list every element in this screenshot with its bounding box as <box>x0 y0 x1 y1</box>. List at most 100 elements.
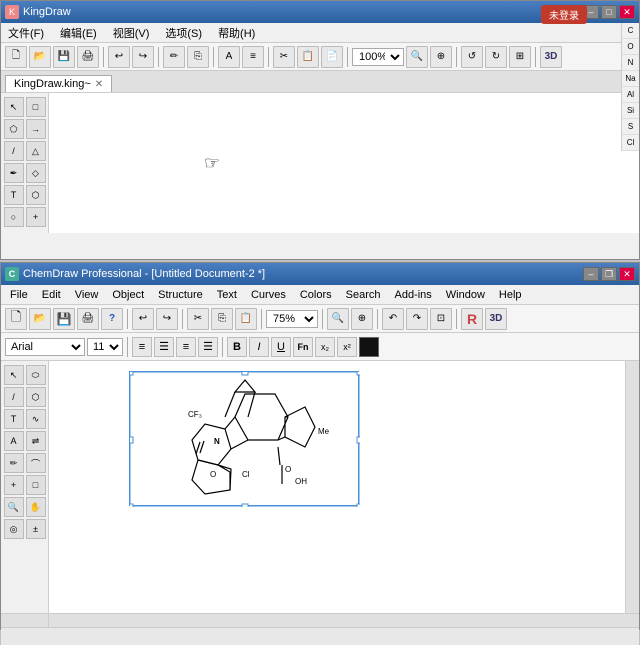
chem-align-justify-btn[interactable]: ☰ <box>198 337 218 357</box>
chem-close-btn[interactable]: ✕ <box>619 267 635 281</box>
chem-superscript-btn[interactable]: x² <box>337 337 357 357</box>
king-menu-file[interactable]: 文件(F) <box>5 24 47 42</box>
chem-tb-copy[interactable]: ⎘ <box>211 308 233 330</box>
chem-size-select[interactable]: 11121410 <box>87 338 123 356</box>
molecule-container[interactable]: CF₃ Me N Cl O O <box>129 371 359 506</box>
chem-font-select[interactable]: ArialTimes New RomanHelvetica <box>5 338 85 356</box>
chem-tb-fit[interactable]: ⊡ <box>430 308 452 330</box>
tb-paste2-btn[interactable]: 📄 <box>321 46 343 68</box>
chem-pen2-tool[interactable]: ✏ <box>4 453 24 473</box>
king-element-S[interactable]: S <box>622 119 639 135</box>
chem-restore-btn[interactable]: ❐ <box>601 267 617 281</box>
chem-menu-file[interactable]: File <box>7 288 31 302</box>
chem-tb-zoom-norm[interactable]: 🔍 <box>327 308 349 330</box>
tb-rot-l-btn[interactable]: ↺ <box>461 46 483 68</box>
king-tab-close-btn[interactable]: ✕ <box>95 79 103 90</box>
chem-menu-help[interactable]: Help <box>496 288 525 302</box>
chem-zoom-tool[interactable]: 🔍 <box>4 497 24 517</box>
tb-redo-btn[interactable]: ↪ <box>132 46 154 68</box>
chem-tb-cut[interactable]: ✂ <box>187 308 209 330</box>
king-close-btn[interactable]: ✕ <box>619 5 635 19</box>
king-triangle-tool[interactable]: △ <box>26 141 46 161</box>
tb-3d-btn[interactable]: 3D <box>540 46 562 68</box>
chem-arrow2-tool[interactable]: ⇌ <box>26 431 46 451</box>
chem-underline-btn[interactable]: U <box>271 337 291 357</box>
chem-tb-new[interactable]: 🗋 <box>5 308 27 330</box>
king-rect-tool[interactable]: □ <box>26 97 46 117</box>
chem-hand-tool[interactable]: ✋ <box>26 497 46 517</box>
king-element-Si[interactable]: Si <box>622 103 639 119</box>
chem-menu-search[interactable]: Search <box>343 288 384 302</box>
king-menu-options[interactable]: 选项(S) <box>162 24 205 42</box>
chem-align-center-btn[interactable]: ☰ <box>154 337 174 357</box>
chem-select-tool[interactable]: ↖ <box>4 365 24 385</box>
chem-chain-tool[interactable]: ∿ <box>26 409 46 429</box>
king-cycle-tool[interactable]: ○ <box>4 207 24 227</box>
chem-tb-fwd[interactable]: ↷ <box>406 308 428 330</box>
chem-menu-curves[interactable]: Curves <box>248 288 289 302</box>
chem-bond-tool[interactable]: / <box>4 387 24 407</box>
king-menu-view[interactable]: 视图(V) <box>110 24 153 42</box>
tb-zoom-in-btn[interactable]: ⊕ <box>430 46 452 68</box>
chem-tb-paste[interactable]: 📋 <box>235 308 257 330</box>
king-element-N[interactable]: N <box>622 55 639 71</box>
chem-menu-edit[interactable]: Edit <box>39 288 64 302</box>
chem-zoom-select[interactable]: 75%100%50% <box>266 310 318 328</box>
tb-fit-btn[interactable]: ⊞ <box>509 46 531 68</box>
chem-tb-back[interactable]: ↶ <box>382 308 404 330</box>
chem-tb-3d[interactable]: R <box>461 308 483 330</box>
chem-menu-structure[interactable]: Structure <box>155 288 206 302</box>
tb-paste1-btn[interactable]: 📋 <box>297 46 319 68</box>
tb-clean-btn[interactable]: ≡ <box>242 46 264 68</box>
chem-color-btn[interactable] <box>359 337 379 357</box>
chem-curve-tool[interactable]: ⌒ <box>26 453 46 473</box>
king-element-C[interactable]: C <box>622 23 639 39</box>
king-text-tool[interactable]: T <box>4 185 24 205</box>
chem-text-tool[interactable]: T <box>4 409 24 429</box>
tb-text-btn[interactable]: A <box>218 46 240 68</box>
tb-undo-btn[interactable]: ↩ <box>108 46 130 68</box>
king-element-Na[interactable]: Na <box>622 71 639 87</box>
chem-subscript-btn[interactable]: x₂ <box>315 337 335 357</box>
king-menu-edit[interactable]: 编辑(E) <box>57 24 100 42</box>
tb-cut-btn[interactable]: ✂ <box>273 46 295 68</box>
chem-italic-btn[interactable]: I <box>249 337 269 357</box>
tb-rot-r-btn[interactable]: ↻ <box>485 46 507 68</box>
king-menu-help[interactable]: 帮助(H) <box>215 24 258 42</box>
king-plus-tool[interactable]: + <box>26 207 46 227</box>
tb-copy-btn[interactable]: ⎘ <box>187 46 209 68</box>
chem-sub-label-btn[interactable]: Fn <box>293 337 313 357</box>
chem-tb-print[interactable]: 🖨 <box>77 308 99 330</box>
tb-save-btn[interactable]: 💾 <box>53 46 75 68</box>
king-arrow-tool[interactable]: → <box>26 119 46 139</box>
chem-plus2-tool[interactable]: + <box>4 475 24 495</box>
tb-print-btn[interactable]: 🖨 <box>77 46 99 68</box>
chem-align-right-btn[interactable]: ≡ <box>176 337 196 357</box>
tb-new-btn[interactable]: 🗋 <box>5 46 27 68</box>
king-tab-main[interactable]: KingDraw.king~ ✕ <box>5 75 112 92</box>
chem-lasso-tool[interactable]: ⬭ <box>26 365 46 385</box>
tb-zoom-find-btn[interactable]: 🔍 <box>406 46 428 68</box>
chem-tb-help[interactable]: ? <box>101 308 123 330</box>
chem-ring-tool[interactable]: ⬡ <box>26 387 46 407</box>
king-bond-tool[interactable]: / <box>4 141 24 161</box>
king-pentagon-tool[interactable]: ⬠ <box>4 119 24 139</box>
king-select-tool[interactable]: ↖ <box>4 97 24 117</box>
chem-atom-tool[interactable]: A <box>4 431 24 451</box>
chem-tb-open[interactable]: 📂 <box>29 308 51 330</box>
chem-menu-object[interactable]: Object <box>109 288 147 302</box>
chem-scrollbar-vertical[interactable] <box>625 361 639 613</box>
chem-tb-undo[interactable]: ↩ <box>132 308 154 330</box>
tb-open-btn[interactable]: 📂 <box>29 46 51 68</box>
king-reg-button[interactable]: 未登录 <box>541 5 587 24</box>
chem-orb-tool[interactable]: ◎ <box>4 519 24 539</box>
chem-menu-view[interactable]: View <box>72 288 102 302</box>
king-element-Al[interactable]: Al <box>622 87 639 103</box>
king-element-O[interactable]: O <box>622 39 639 55</box>
chem-menu-addins[interactable]: Add-ins <box>391 288 434 302</box>
king-pen-tool[interactable]: ✒ <box>4 163 24 183</box>
chem-rect2-tool[interactable]: □ <box>26 475 46 495</box>
chem-menu-text[interactable]: Text <box>214 288 240 302</box>
chem-tb-save[interactable]: 💾 <box>53 308 75 330</box>
chem-tb-3d2[interactable]: 3D <box>485 308 507 330</box>
